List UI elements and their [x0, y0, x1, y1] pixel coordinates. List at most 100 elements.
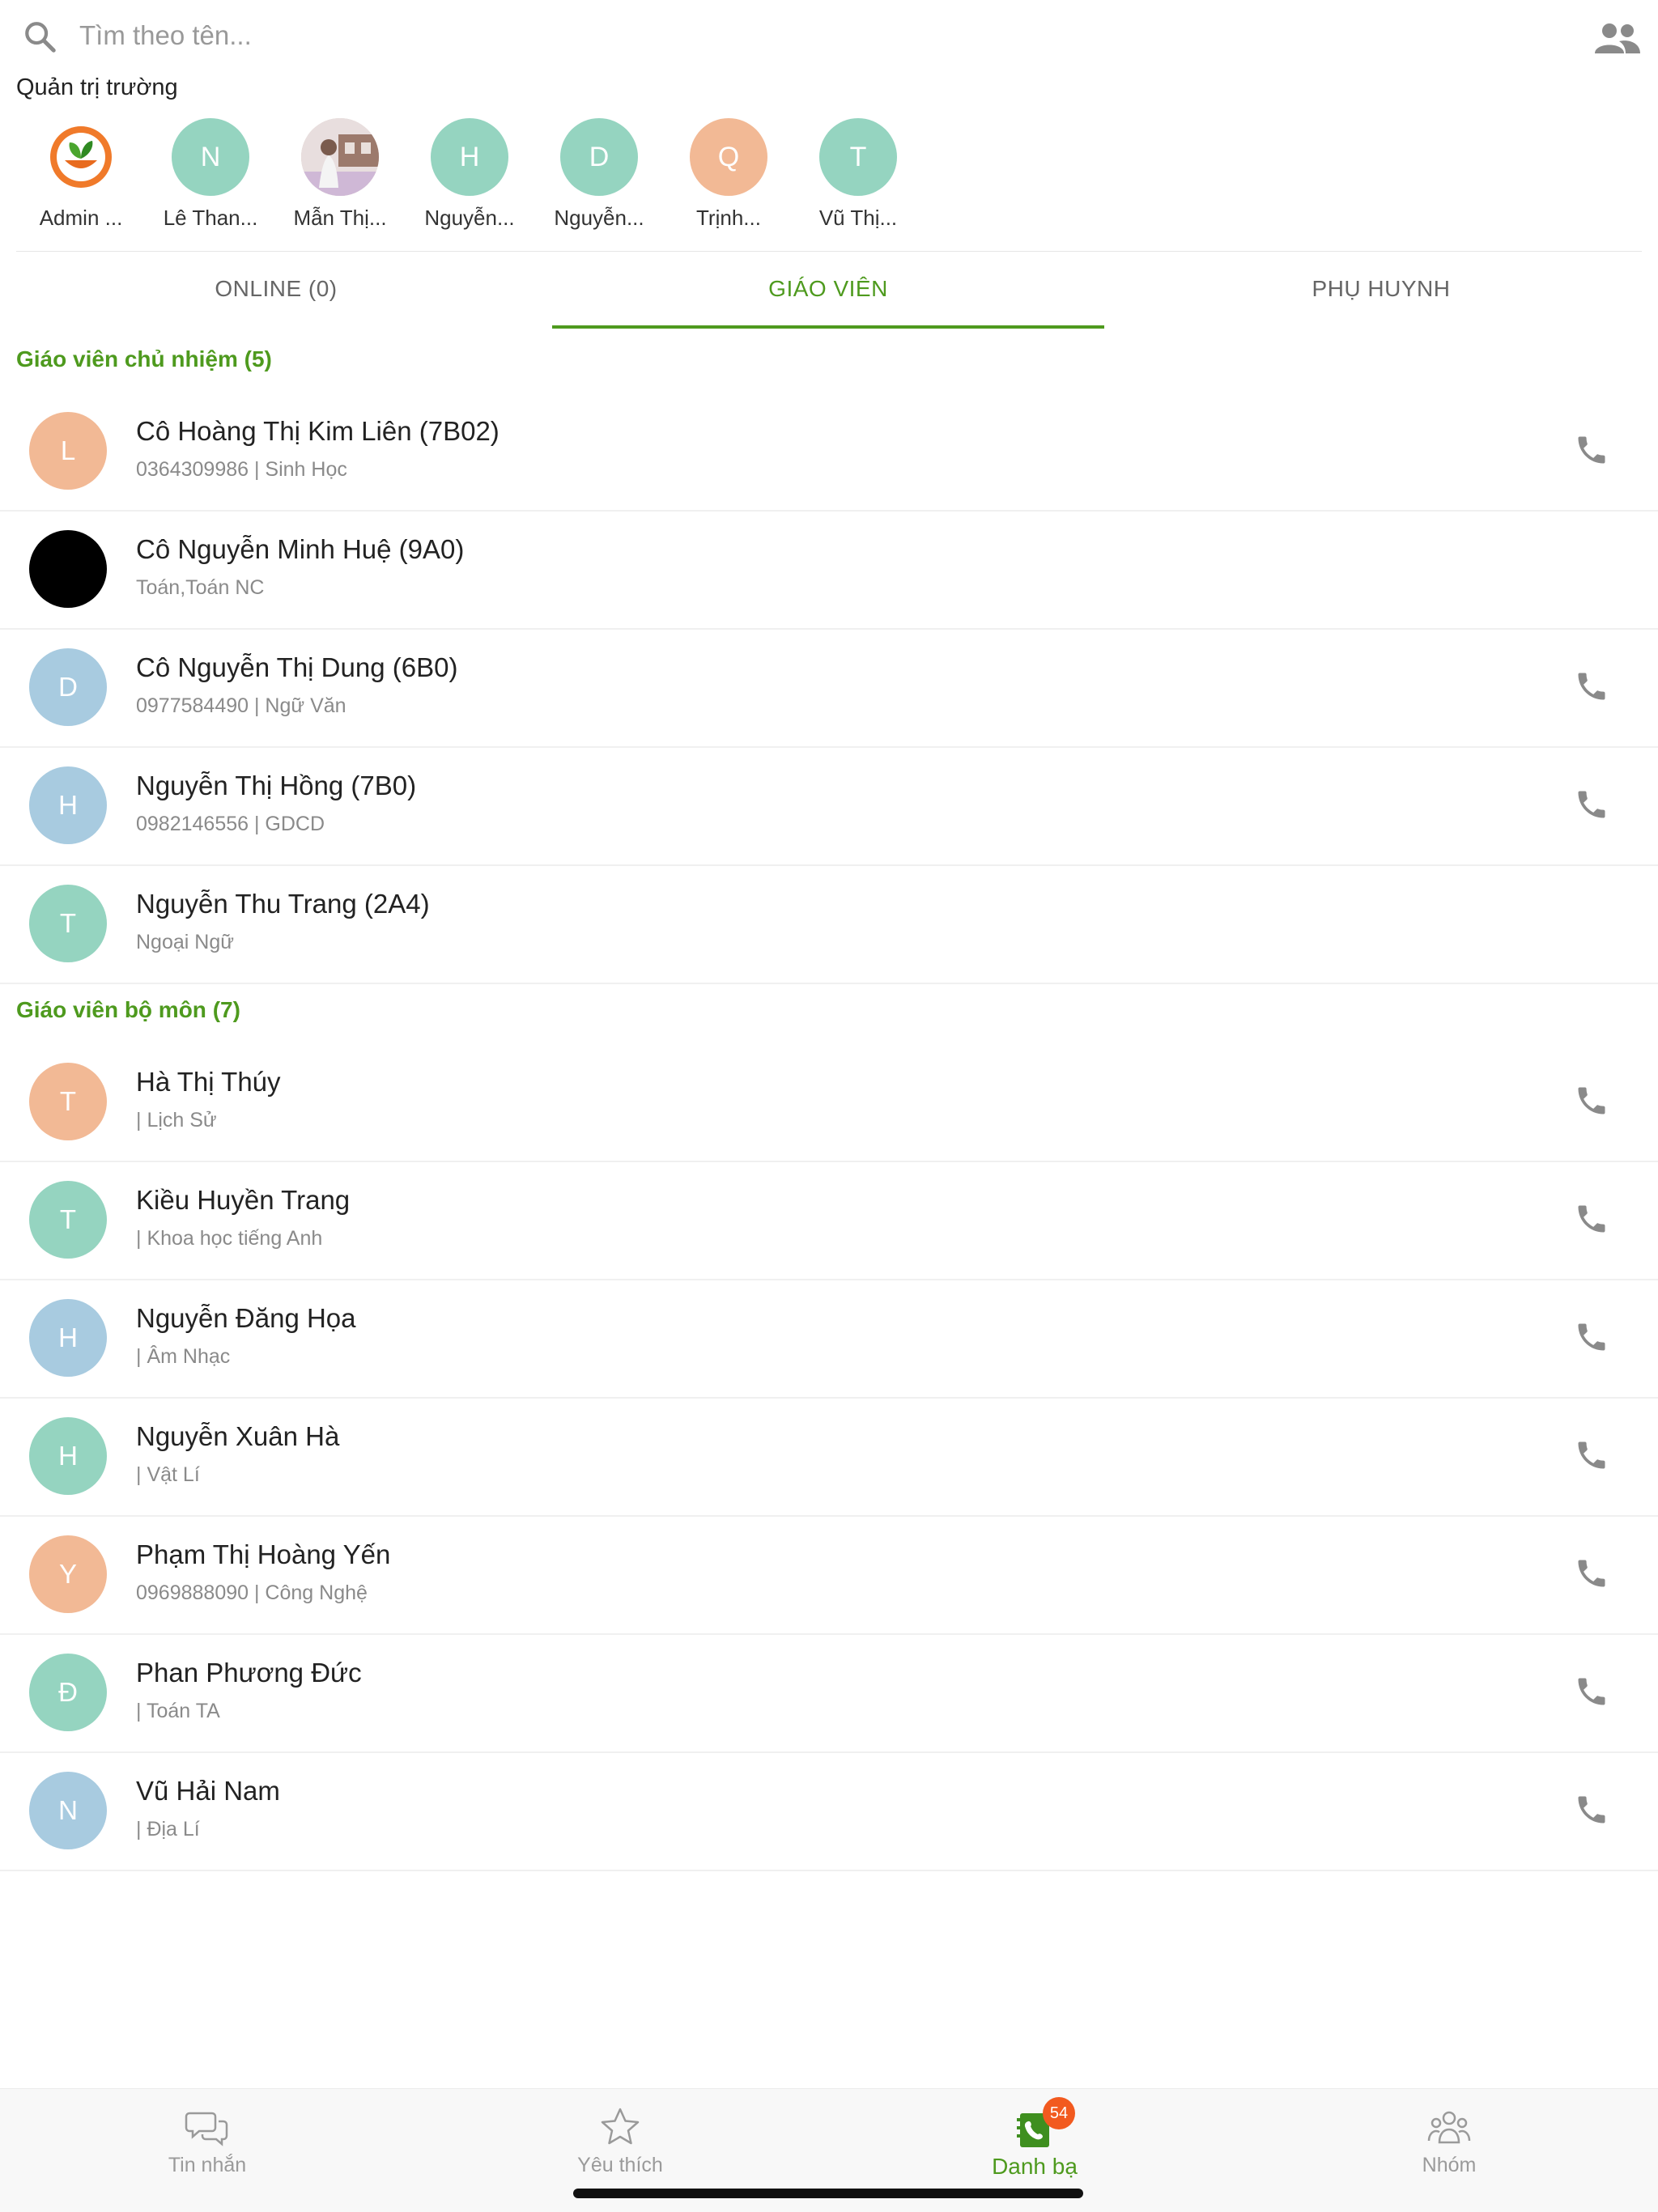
- divider: [16, 251, 1642, 252]
- notification-badge: 54: [1043, 2097, 1075, 2129]
- admin-name: Admin ...: [39, 206, 123, 230]
- avatar: [42, 118, 120, 196]
- phone-icon[interactable]: [1574, 1437, 1609, 1473]
- admin-name: Nguyễn...: [424, 206, 515, 230]
- contact-name: Nguyễn Xuân Hà: [136, 1421, 340, 1451]
- contact-row[interactable]: Cô Nguyễn Minh Huệ (9A0) Toán,Toán NC: [0, 510, 1658, 630]
- contact-row[interactable]: L Cô Hoàng Thị Kim Liên (7B02) 0364309986 …: [0, 392, 1658, 512]
- avatar: H: [29, 766, 107, 844]
- contact-name: Nguyễn Thu Trang (2A4): [136, 889, 430, 919]
- avatar: L: [29, 412, 107, 490]
- phone-icon[interactable]: [1574, 432, 1609, 468]
- avatar: D: [560, 118, 638, 196]
- contact-name: Kiều Huyền Trang: [136, 1185, 351, 1215]
- tab-parents[interactable]: PHỤ HUYNH: [1104, 253, 1658, 330]
- section-title-subject: Giáo viên bộ môn (7): [16, 997, 240, 1022]
- home-indicator[interactable]: [573, 2189, 1083, 2198]
- admin-item[interactable]: Mẫn Thị...: [275, 118, 405, 231]
- avatar: H: [431, 118, 508, 196]
- phone-icon[interactable]: [1574, 1319, 1609, 1355]
- nav-label: Danh bạ: [992, 2154, 1078, 2179]
- contact-detail: | Âm Nhạc: [136, 1345, 231, 1368]
- nav-label: Nhóm: [1422, 2154, 1477, 2176]
- contact-detail: | Toán TA: [136, 1700, 220, 1722]
- contact-row[interactable]: H Nguyễn Đăng Họa | Âm Nhạc: [0, 1279, 1658, 1399]
- nav-groups[interactable]: Nhóm: [1368, 2105, 1530, 2177]
- avatar: Q: [690, 118, 767, 196]
- avatar: T: [29, 885, 107, 962]
- nav-label: Yêu thích: [577, 2154, 663, 2176]
- contact-row[interactable]: H Nguyễn Xuân Hà | Vật Lí: [0, 1397, 1658, 1517]
- admin-item[interactable]: N Lê Than...: [146, 118, 275, 231]
- admin-item[interactable]: Q Trịnh...: [664, 118, 793, 231]
- avatar: Đ: [29, 1654, 107, 1731]
- section-title-homeroom: Giáo viên chủ nhiệm (5): [16, 346, 272, 371]
- search-input[interactable]: [78, 13, 1457, 58]
- avatar: T: [29, 1181, 107, 1259]
- nav-messages[interactable]: Tin nhắn: [126, 2105, 288, 2177]
- contact-name: Cô Hoàng Thị Kim Liên (7B02): [136, 416, 500, 446]
- contact-row[interactable]: H Nguyễn Thị Hồng (7B0) 0982146556 | GDCD: [0, 746, 1658, 866]
- contact-row[interactable]: T Nguyễn Thu Trang (2A4) Ngoại Ngữ: [0, 864, 1658, 984]
- contact-detail: | Khoa học tiếng Anh: [136, 1227, 323, 1250]
- nav-label: Tin nhắn: [168, 2154, 247, 2176]
- admin-item[interactable]: Admin ...: [16, 118, 146, 231]
- contact-row[interactable]: T Kiều Huyền Trang | Khoa học tiếng Anh: [0, 1161, 1658, 1280]
- admin-name: Mẫn Thị...: [293, 206, 387, 230]
- phone-icon[interactable]: [1574, 1556, 1609, 1591]
- nav-contacts[interactable]: 54 Danh bạ: [954, 2097, 1116, 2180]
- contact-row[interactable]: T Hà Thị Thúy | Lịch Sử: [0, 1042, 1658, 1162]
- avatar: [29, 530, 107, 608]
- contact-name: Phan Phương Đức: [136, 1658, 362, 1688]
- contact-name: Vũ Hải Nam: [136, 1776, 280, 1806]
- avatar: H: [29, 1417, 107, 1495]
- group-icon: [1427, 2111, 1471, 2144]
- avatar: Y: [29, 1535, 107, 1613]
- phone-icon[interactable]: [1574, 1083, 1609, 1119]
- school-logo-icon: [50, 126, 112, 188]
- contact-row[interactable]: N Vũ Hải Nam | Địa Lí: [0, 1751, 1658, 1871]
- contact-detail: | Lịch Sử: [136, 1109, 217, 1131]
- contact-row[interactable]: Đ Phan Phương Đức | Toán TA: [0, 1633, 1658, 1753]
- contact-detail: 0364309986 | Sinh Học: [136, 458, 347, 481]
- contact-name: Nguyễn Thị Hồng (7B0): [136, 771, 417, 800]
- avatar: N: [172, 118, 249, 196]
- avatar: N: [29, 1772, 107, 1849]
- profile-photo: [301, 118, 379, 196]
- admin-item[interactable]: H Nguyễn...: [405, 118, 534, 231]
- phone-icon[interactable]: [1574, 669, 1609, 704]
- contact-detail: | Vật Lí: [136, 1463, 200, 1486]
- search-icon[interactable]: [21, 18, 58, 55]
- tab-online[interactable]: ONLINE (0): [0, 253, 552, 330]
- admins-title: Quản trị trường: [16, 74, 178, 100]
- contact-row[interactable]: D Cô Nguyễn Thị Dung (6B0) 0977584490 | Ng…: [0, 628, 1658, 748]
- people-icon[interactable]: [1595, 21, 1640, 57]
- phone-icon[interactable]: [1574, 1201, 1609, 1237]
- admin-item[interactable]: D Nguyễn...: [534, 118, 664, 231]
- contact-detail: 0977584490 | Ngữ Văn: [136, 694, 346, 717]
- star-icon: [601, 2108, 640, 2145]
- contact-row[interactable]: Y Phạm Thị Hoàng Yến 0969888090 | Công Ngh…: [0, 1515, 1658, 1635]
- contact-detail: Ngoại Ngữ: [136, 931, 234, 953]
- admin-name: Lê Than...: [163, 206, 258, 230]
- nav-favorites[interactable]: Yêu thích: [539, 2105, 701, 2177]
- admin-name: Vũ Thị...: [818, 206, 898, 230]
- admin-name: Nguyễn...: [554, 206, 644, 230]
- contact-detail: Toán,Toán NC: [136, 576, 265, 599]
- contact-name: Cô Nguyễn Thị Dung (6B0): [136, 652, 458, 682]
- contact-name: Hà Thị Thúy: [136, 1067, 281, 1097]
- admin-item[interactable]: T Vũ Thị...: [793, 118, 923, 231]
- admin-name: Trịnh...: [696, 206, 761, 230]
- avatar: T: [819, 118, 897, 196]
- phone-icon[interactable]: [1574, 1792, 1609, 1828]
- tab-bar: ONLINE (0) GIÁO VIÊN PHỤ HUYNH: [0, 253, 1658, 330]
- avatar: T: [29, 1063, 107, 1140]
- phone-icon[interactable]: [1574, 787, 1609, 822]
- phone-icon[interactable]: [1574, 1674, 1609, 1709]
- admins-list: Admin ... N Lê Than... Mẫn Thị... H Nguyễn...…: [16, 118, 988, 240]
- contact-detail: | Địa Lí: [136, 1818, 200, 1841]
- tab-teachers[interactable]: GIÁO VIÊN: [552, 253, 1104, 330]
- contact-name: Phạm Thị Hoàng Yến: [136, 1539, 391, 1569]
- contact-name: Nguyễn Đăng Họa: [136, 1303, 356, 1333]
- search-bar: [0, 0, 1658, 73]
